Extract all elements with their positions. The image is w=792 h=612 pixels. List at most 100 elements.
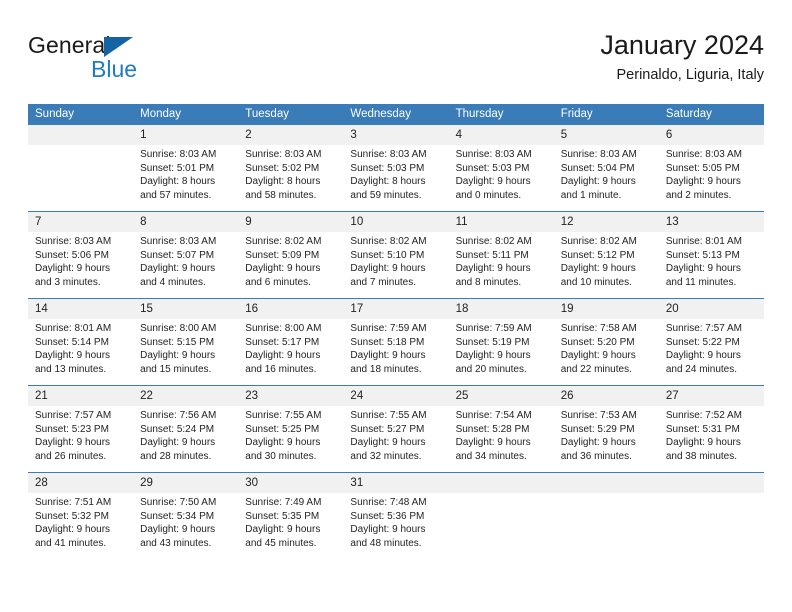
day-number: 6 — [658, 125, 764, 145]
day-cell-inner: 17 Sunrise: 7:59 AM Sunset: 5:18 PM Dayligh… — [343, 299, 449, 385]
day-number: 25 — [448, 386, 554, 406]
calendar-day-cell[interactable]: 13 Sunrise: 8:01 AM Sunset: 5:13 PM Dayligh… — [658, 211, 764, 299]
day-sun-info: Sunrise: 7:49 AM Sunset: 5:35 PM Daylight:… — [238, 493, 343, 550]
day-cell-inner: 23 Sunrise: 7:55 AM Sunset: 5:25 PM Dayligh… — [238, 386, 344, 472]
general-blue-logo[interactable]: General Blue — [28, 32, 208, 86]
calendar-day-cell[interactable]: 27 Sunrise: 7:52 AM Sunset: 5:31 PM Dayligh… — [658, 385, 764, 473]
calendar-day-cell[interactable]: 8 Sunrise: 8:03 AM Sunset: 5:07 PM Daylight… — [133, 211, 239, 299]
day-number: 15 — [133, 299, 239, 319]
day-number: 20 — [658, 299, 764, 319]
day-sunrise-text: Sunrise: 8:01 AM — [665, 236, 742, 247]
calendar-day-cell[interactable]: 19 Sunrise: 7:58 AM Sunset: 5:20 PM Dayligh… — [553, 298, 659, 386]
day-sunrise-text: Sunrise: 8:01 AM — [35, 323, 112, 334]
day-daylight-1-text: Daylight: 9 hours — [455, 437, 531, 449]
day-sun-info: Sunrise: 7:55 AM Sunset: 5:25 PM Daylight:… — [238, 406, 343, 463]
day-cell-inner: 18 Sunrise: 7:59 AM Sunset: 5:19 PM Dayligh… — [448, 299, 554, 385]
day-number: 23 — [238, 386, 344, 406]
day-number: 31 — [343, 473, 449, 493]
calendar-day-cell[interactable]: 18 Sunrise: 7:59 AM Sunset: 5:19 PM Dayligh… — [448, 298, 554, 386]
day-cell-inner: 25 Sunrise: 7:54 AM Sunset: 5:28 PM Dayligh… — [448, 386, 554, 472]
day-sun-info: Sunrise: 8:03 AM Sunset: 5:04 PM Daylight:… — [554, 145, 659, 202]
day-daylight-2-text: and 16 minutes. — [245, 363, 317, 375]
calendar-day-cell[interactable]: 15 Sunrise: 8:00 AM Sunset: 5:15 PM Dayligh… — [133, 298, 239, 386]
day-sunset-text: Sunset: 5:01 PM — [140, 162, 215, 174]
day-daylight-2-text: and 20 minutes. — [455, 363, 527, 375]
calendar-day-cell[interactable]: 26 Sunrise: 7:53 AM Sunset: 5:29 PM Dayligh… — [553, 385, 659, 473]
calendar-day-cell[interactable]: 4 Sunrise: 8:03 AM Sunset: 5:03 PM Daylight… — [448, 125, 554, 212]
calendar-day-cell[interactable]: 3 Sunrise: 8:03 AM Sunset: 5:03 PM Daylight… — [343, 125, 449, 212]
calendar-day-cell[interactable]: 21 Sunrise: 7:57 AM Sunset: 5:23 PM Dayligh… — [28, 385, 134, 473]
calendar-day-cell[interactable]: 12 Sunrise: 8:02 AM Sunset: 5:12 PM Dayligh… — [553, 211, 659, 299]
calendar-day-cell[interactable]: 17 Sunrise: 7:59 AM Sunset: 5:18 PM Dayligh… — [343, 298, 449, 386]
calendar-day-cell[interactable]: 28 Sunrise: 7:51 AM Sunset: 5:32 PM Dayligh… — [28, 472, 134, 559]
calendar-day-cell[interactable]: 30 Sunrise: 7:49 AM Sunset: 5:35 PM Dayligh… — [238, 472, 344, 559]
weekday-header-tuesday: Tuesday — [238, 104, 344, 125]
calendar-day-cell[interactable]: 11 Sunrise: 8:02 AM Sunset: 5:11 PM Dayligh… — [448, 211, 554, 299]
day-sunrise-text: Sunrise: 7:57 AM — [35, 410, 112, 421]
day-daylight-1-text: Daylight: 9 hours — [245, 437, 321, 449]
calendar-day-cell[interactable]: 16 Sunrise: 8:00 AM Sunset: 5:17 PM Dayligh… — [238, 298, 344, 386]
day-number: 9 — [238, 212, 344, 232]
day-cell-inner: 19 Sunrise: 7:58 AM Sunset: 5:20 PM Dayligh… — [553, 299, 659, 385]
calendar-day-cell[interactable]: 5 Sunrise: 8:03 AM Sunset: 5:04 PM Daylight… — [553, 125, 659, 212]
day-cell-inner: 14 Sunrise: 8:01 AM Sunset: 5:14 PM Dayligh… — [28, 299, 134, 385]
calendar-day-cell[interactable]: 6 Sunrise: 8:03 AM Sunset: 5:05 PM Daylight… — [658, 125, 764, 212]
day-daylight-2-text: and 4 minutes. — [140, 276, 206, 288]
calendar-day-cell[interactable]: 9 Sunrise: 8:02 AM Sunset: 5:09 PM Daylight… — [238, 211, 344, 299]
calendar-day-cell[interactable]: 23 Sunrise: 7:55 AM Sunset: 5:25 PM Dayligh… — [238, 385, 344, 473]
calendar-day-cell[interactable]: 2 Sunrise: 8:03 AM Sunset: 5:02 PM Daylight… — [238, 125, 344, 212]
triangle-icon — [104, 37, 133, 57]
calendar-day-cell[interactable]: 10 Sunrise: 8:02 AM Sunset: 5:10 PM Dayligh… — [343, 211, 449, 299]
calendar-header-row: Sunday Monday Tuesday Wednesday Thursday… — [28, 104, 764, 125]
day-number: 1 — [133, 125, 239, 145]
day-daylight-2-text: and 15 minutes. — [140, 363, 212, 375]
logo-text-blue: Blue — [91, 56, 138, 82]
day-daylight-2-text: and 34 minutes. — [455, 450, 527, 462]
logo-text-general: General — [28, 32, 111, 58]
day-daylight-1-text: Daylight: 9 hours — [245, 263, 321, 275]
day-daylight-2-text: and 24 minutes. — [665, 363, 738, 375]
day-sunrise-text: Sunrise: 7:59 AM — [350, 323, 427, 334]
day-sun-info: Sunrise: 8:01 AM Sunset: 5:14 PM Daylight:… — [28, 319, 133, 376]
calendar-week-row: 14 Sunrise: 8:01 AM Sunset: 5:14 PM Dayligh… — [28, 298, 764, 386]
calendar-day-cell[interactable]: 25 Sunrise: 7:54 AM Sunset: 5:28 PM Dayligh… — [448, 385, 554, 473]
title-block: January 2024 Perinaldo, Liguria, Italy — [600, 28, 764, 86]
day-sunset-text: Sunset: 5:18 PM — [350, 336, 425, 348]
calendar-day-cell[interactable]: 20 Sunrise: 7:57 AM Sunset: 5:22 PM Dayligh… — [658, 298, 764, 386]
day-number: 17 — [343, 299, 449, 319]
day-sunset-text: Sunset: 5:20 PM — [560, 336, 635, 348]
day-sun-info: Sunrise: 7:48 AM Sunset: 5:36 PM Daylight:… — [343, 493, 448, 550]
day-daylight-2-text: and 28 minutes. — [140, 450, 212, 462]
day-sunrise-text: Sunrise: 7:55 AM — [350, 410, 427, 421]
calendar-day-cell[interactable]: 14 Sunrise: 8:01 AM Sunset: 5:14 PM Dayligh… — [28, 298, 134, 386]
day-sunrise-text: Sunrise: 8:03 AM — [455, 149, 532, 160]
day-sunset-text: Sunset: 5:13 PM — [665, 249, 740, 261]
calendar-week-row: 7 Sunrise: 8:03 AM Sunset: 5:06 PM Daylight… — [28, 211, 764, 299]
calendar-grid: Sunday Monday Tuesday Wednesday Thursday… — [28, 104, 764, 559]
calendar-week-row: 21 Sunrise: 7:57 AM Sunset: 5:23 PM Dayligh… — [28, 385, 764, 473]
calendar-day-cell[interactable]: 29 Sunrise: 7:50 AM Sunset: 5:34 PM Dayligh… — [133, 472, 239, 559]
day-cell-inner: 28 Sunrise: 7:51 AM Sunset: 5:32 PM Dayligh… — [28, 473, 134, 559]
day-daylight-2-text: and 57 minutes. — [140, 189, 212, 201]
day-daylight-1-text: Daylight: 9 hours — [665, 350, 741, 362]
calendar-day-cell[interactable]: 7 Sunrise: 8:03 AM Sunset: 5:06 PM Daylight… — [28, 211, 134, 299]
day-sunrise-text: Sunrise: 7:54 AM — [455, 410, 532, 421]
calendar-day-cell[interactable]: 1 Sunrise: 8:03 AM Sunset: 5:01 PM Daylight… — [133, 125, 239, 212]
day-number — [553, 473, 659, 493]
calendar-body: 1 Sunrise: 8:03 AM Sunset: 5:01 PM Daylight… — [28, 125, 764, 559]
day-sunrise-text: Sunrise: 8:00 AM — [140, 323, 217, 334]
day-cell-inner: 10 Sunrise: 8:02 AM Sunset: 5:10 PM Dayligh… — [343, 212, 449, 298]
calendar-day-cell[interactable]: 24 Sunrise: 7:55 AM Sunset: 5:27 PM Dayligh… — [343, 385, 449, 473]
day-cell-inner: 21 Sunrise: 7:57 AM Sunset: 5:23 PM Dayligh… — [28, 386, 134, 472]
weekday-header-sunday: Sunday — [28, 104, 134, 125]
day-daylight-1-text: Daylight: 9 hours — [455, 263, 531, 275]
day-daylight-2-text: and 59 minutes. — [350, 189, 422, 201]
day-sun-info: Sunrise: 8:02 AM Sunset: 5:11 PM Daylight:… — [449, 232, 554, 289]
calendar-day-cell[interactable]: 31 Sunrise: 7:48 AM Sunset: 5:36 PM Dayligh… — [343, 472, 449, 559]
calendar-day-cell[interactable]: 22 Sunrise: 7:56 AM Sunset: 5:24 PM Dayligh… — [133, 385, 239, 473]
day-sun-info: Sunrise: 7:55 AM Sunset: 5:27 PM Daylight:… — [343, 406, 448, 463]
day-number: 16 — [238, 299, 344, 319]
day-cell-inner: 29 Sunrise: 7:50 AM Sunset: 5:34 PM Dayligh… — [133, 473, 239, 559]
day-sunrise-text: Sunrise: 8:03 AM — [350, 149, 427, 160]
page-subtitle: Perinaldo, Liguria, Italy — [616, 67, 765, 83]
